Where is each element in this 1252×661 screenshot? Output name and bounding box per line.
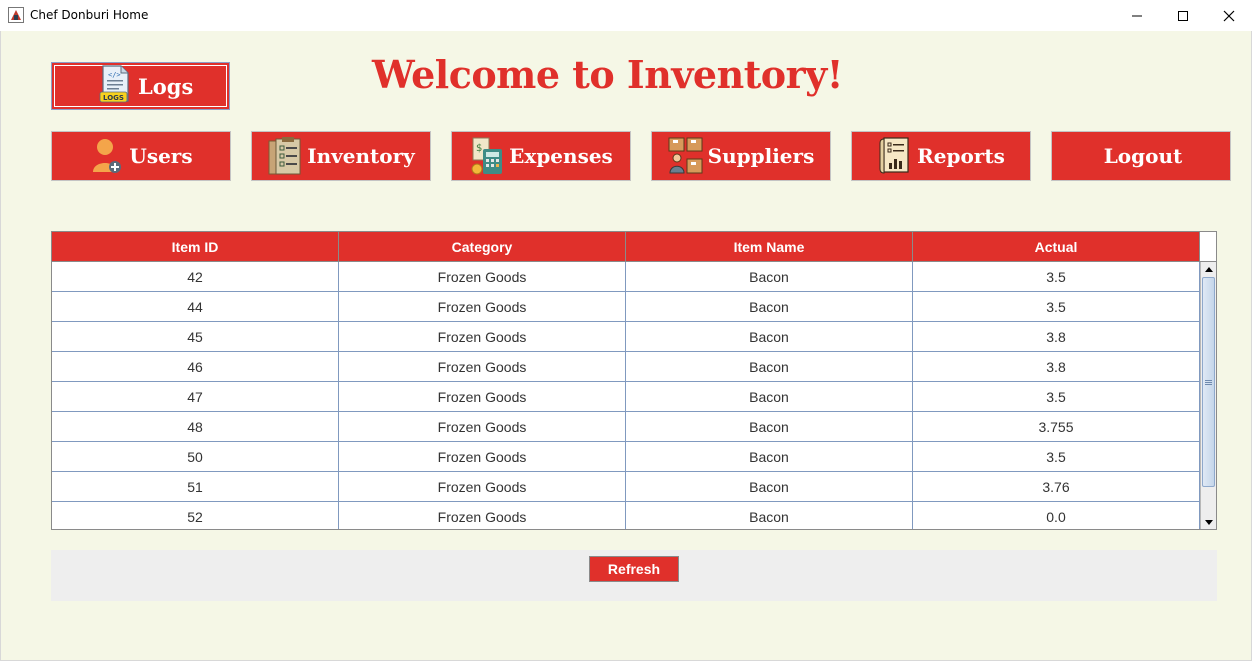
cell-item-name[interactable]: Bacon <box>626 382 913 411</box>
nav-users-label: Users <box>129 144 193 168</box>
cell-actual[interactable]: 3.5 <box>913 442 1200 471</box>
cell-actual[interactable]: 3.5 <box>913 382 1200 411</box>
scroll-thumb[interactable] <box>1202 277 1215 487</box>
title-bar: Chef Donburi Home <box>0 0 1252 31</box>
table-row[interactable]: 51 Frozen Goods Bacon 3.76 <box>52 472 1200 502</box>
calculator-coins-icon: $ <box>469 137 505 175</box>
cell-item-id[interactable]: 50 <box>52 442 339 471</box>
table-header: Item ID Category Item Name Actual <box>52 232 1200 262</box>
close-icon <box>1223 10 1235 21</box>
nav-logout-label: Logout <box>1103 144 1183 168</box>
cell-item-id[interactable]: 51 <box>52 472 339 501</box>
triangle-down-icon <box>1204 519 1213 525</box>
nav-reports-button[interactable]: Reports <box>851 131 1031 181</box>
table-row[interactable]: 45 Frozen Goods Bacon 3.8 <box>52 322 1200 352</box>
cell-item-id[interactable]: 42 <box>52 262 339 291</box>
minimize-icon <box>1132 15 1142 16</box>
cell-category[interactable]: Frozen Goods <box>339 412 626 441</box>
cell-item-id[interactable]: 44 <box>52 292 339 321</box>
triangle-up-icon <box>1204 266 1213 272</box>
cell-actual[interactable]: 3.5 <box>913 292 1200 321</box>
java-app-icon <box>8 7 24 23</box>
nav-users-button[interactable]: Users <box>51 131 231 181</box>
cell-item-name[interactable]: Bacon <box>626 502 913 529</box>
table-body: 42 Frozen Goods Bacon 3.5 44 Frozen Good… <box>52 262 1200 529</box>
cell-item-id[interactable]: 45 <box>52 322 339 351</box>
table-row[interactable]: 50 Frozen Goods Bacon 3.5 <box>52 442 1200 472</box>
nav-expenses-label: Expenses <box>509 144 613 168</box>
cell-item-name[interactable]: Bacon <box>626 262 913 291</box>
table-corner <box>1200 232 1216 262</box>
cell-item-id[interactable]: 47 <box>52 382 339 411</box>
refresh-button[interactable]: Refresh <box>589 556 679 582</box>
cell-actual[interactable]: 3.755 <box>913 412 1200 441</box>
table-row[interactable]: 44 Frozen Goods Bacon 3.5 <box>52 292 1200 322</box>
cell-item-id[interactable]: 46 <box>52 352 339 381</box>
clipboard-checklist-icon <box>267 137 303 175</box>
logs-document-icon: </> LOGS <box>98 65 132 107</box>
nav-expenses-button[interactable]: $ Expenses <box>451 131 631 181</box>
cell-category[interactable]: Frozen Goods <box>339 352 626 381</box>
cell-item-name[interactable]: Bacon <box>626 472 913 501</box>
table-row[interactable]: 46 Frozen Goods Bacon 3.8 <box>52 352 1200 382</box>
cell-actual[interactable]: 0.0 <box>913 502 1200 529</box>
cell-category[interactable]: Frozen Goods <box>339 382 626 411</box>
grip-icon <box>1205 379 1212 385</box>
table-row[interactable]: 42 Frozen Goods Bacon 3.5 <box>52 262 1200 292</box>
logs-button-label: Logs <box>138 73 194 99</box>
column-header-category[interactable]: Category <box>339 232 626 261</box>
scroll-down-arrow[interactable] <box>1201 515 1216 529</box>
cell-category[interactable]: Frozen Goods <box>339 472 626 501</box>
table-row[interactable]: 47 Frozen Goods Bacon 3.5 <box>52 382 1200 412</box>
maximize-button[interactable] <box>1160 0 1206 31</box>
inventory-table: Item ID Category Item Name Actual 42 Fro… <box>51 231 1217 530</box>
svg-text:$: $ <box>476 143 482 154</box>
cell-category[interactable]: Frozen Goods <box>339 322 626 351</box>
cell-item-name[interactable]: Bacon <box>626 352 913 381</box>
table-vertical-scrollbar[interactable] <box>1200 262 1216 529</box>
cell-item-id[interactable]: 52 <box>52 502 339 529</box>
cell-category[interactable]: Frozen Goods <box>339 502 626 529</box>
page-heading: Welcome to Inventory! <box>372 52 843 97</box>
logs-button[interactable]: </> LOGS Logs <box>51 62 230 110</box>
cell-item-id[interactable]: 48 <box>52 412 339 441</box>
scroll-up-arrow[interactable] <box>1201 262 1216 276</box>
supplier-boxes-icon <box>668 137 704 175</box>
cell-category[interactable]: Frozen Goods <box>339 262 626 291</box>
nav-inventory-button[interactable]: Inventory <box>251 131 431 181</box>
cell-actual[interactable]: 3.76 <box>913 472 1200 501</box>
column-header-actual[interactable]: Actual <box>913 232 1200 261</box>
close-button[interactable] <box>1206 0 1252 31</box>
cell-actual[interactable]: 3.8 <box>913 322 1200 351</box>
cell-item-name[interactable]: Bacon <box>626 412 913 441</box>
user-add-icon <box>89 137 125 175</box>
cell-item-name[interactable]: Bacon <box>626 322 913 351</box>
logs-button-focus-ring: </> LOGS Logs <box>54 65 227 107</box>
cell-item-name[interactable]: Bacon <box>626 292 913 321</box>
nav-reports-label: Reports <box>917 144 1005 168</box>
table-row[interactable]: 52 Frozen Goods Bacon 0.0 <box>52 502 1200 529</box>
svg-text:LOGS: LOGS <box>103 94 124 102</box>
cell-item-name[interactable]: Bacon <box>626 442 913 471</box>
svg-text:</>: </> <box>108 71 121 79</box>
bottom-panel: Refresh <box>51 550 1217 601</box>
cell-actual[interactable]: 3.5 <box>913 262 1200 291</box>
maximize-icon <box>1178 10 1188 21</box>
nav-logout-button[interactable]: Logout <box>1051 131 1231 181</box>
window-title: Chef Donburi Home <box>30 8 149 22</box>
cell-category[interactable]: Frozen Goods <box>339 292 626 321</box>
cell-actual[interactable]: 3.8 <box>913 352 1200 381</box>
minimize-button[interactable] <box>1114 0 1160 31</box>
column-header-item-name[interactable]: Item Name <box>626 232 913 261</box>
cell-category[interactable]: Frozen Goods <box>339 442 626 471</box>
nav-suppliers-label: Suppliers <box>707 144 815 168</box>
column-header-item-id[interactable]: Item ID <box>52 232 339 261</box>
nav-inventory-label: Inventory <box>307 144 415 168</box>
table-row[interactable]: 48 Frozen Goods Bacon 3.755 <box>52 412 1200 442</box>
nav-suppliers-button[interactable]: Suppliers <box>651 131 831 181</box>
report-chart-icon <box>877 137 913 175</box>
